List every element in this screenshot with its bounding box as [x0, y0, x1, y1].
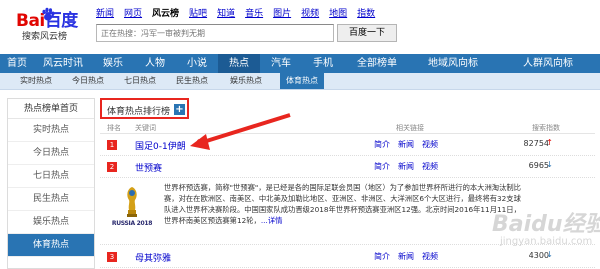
subnav-item[interactable]: 今日热点	[72, 73, 104, 89]
top-nav: 新闻 网页 风云榜 贴吧 知道 音乐 图片 视频 地图 指数	[96, 6, 375, 19]
keyword-link[interactable]: 母其弥雅	[135, 251, 171, 264]
sub-nav: 实时热点 今日热点 七日热点 民生热点 娱乐热点 体育热点	[0, 73, 600, 90]
world-cup-poster[interactable]: RUSSIA 2018	[109, 184, 155, 239]
intro-link[interactable]: 简介	[374, 139, 390, 150]
ranking-box-title: 体育热点排行榜 +	[100, 98, 189, 119]
topnav-link[interactable]: 知道	[217, 6, 235, 19]
topnav-link[interactable]: 图片	[273, 6, 291, 19]
rank-badge: 2	[107, 162, 117, 172]
related-links: 简介 新闻 视频	[374, 139, 438, 150]
keyword-link[interactable]: 世预赛	[135, 161, 162, 174]
related-links: 简介 新闻 视频	[374, 251, 438, 262]
header: Bai百度 搜索风云榜 新闻网页风云榜贴吧知道音乐图片视频地图指数 百度一下	[0, 0, 600, 54]
topnav-link[interactable]: 视频	[301, 6, 319, 19]
rank-badge: 3	[107, 252, 117, 262]
mainnav-item[interactable]: 人群风向标	[496, 54, 600, 73]
news-link[interactable]: 新闻	[398, 251, 414, 262]
topnav-link[interactable]: 风云榜	[152, 6, 179, 19]
expand-plus-icon[interactable]: +	[174, 104, 185, 115]
topnav-link[interactable]: 地图	[329, 6, 347, 19]
header-keyword: 关键词	[135, 124, 156, 132]
video-link[interactable]: 视频	[422, 161, 438, 172]
mainnav-item[interactable]: 手机	[302, 54, 344, 73]
intro-link[interactable]: 简介	[374, 161, 390, 172]
sidebar-item[interactable]: 今日热点	[8, 142, 94, 165]
sidebar-item[interactable]: 体育热点	[8, 234, 94, 257]
search-input[interactable]	[97, 25, 333, 41]
new-badge: 新	[197, 139, 204, 147]
header-index: 搜索指数	[532, 124, 560, 132]
sidebar: 热点榜单首页 实时热点 今日热点 七日热点 民生热点 娱乐热点 体育热点	[7, 98, 95, 269]
keyword-link[interactable]: 国足0-1伊朗	[135, 139, 186, 152]
mainnav-item[interactable]: 人物	[134, 54, 176, 73]
subnav-item[interactable]: 七日热点	[124, 73, 156, 89]
ranking-title: 体育热点排行榜	[107, 107, 171, 117]
related-links: 简介 新闻 视频	[374, 161, 438, 172]
video-link[interactable]: 视频	[422, 139, 438, 150]
detail-text: 世界杯预选赛，简称"世预赛"，是已经是各的国际足联会员国（地区）为了参加世界杯所…	[164, 183, 521, 225]
subnav-item[interactable]: 娱乐热点	[230, 73, 262, 89]
trend-up-icon: ↑	[546, 138, 553, 147]
topnav-link[interactable]: 音乐	[245, 6, 263, 19]
search-index: 82754	[523, 139, 549, 148]
table-header: 排名 关键词 相关链接 搜索指数	[100, 122, 595, 134]
trend-down-icon: ↓	[546, 160, 553, 169]
sidebar-item[interactable]: 实时热点	[8, 119, 94, 142]
topnav-link[interactable]: 贴吧	[189, 6, 207, 19]
mainnav-item[interactable]: 汽车	[260, 54, 302, 73]
sidebar-item[interactable]: 民生热点	[8, 188, 94, 211]
world-cup-trophy-icon	[127, 187, 137, 217]
header-rank: 排名	[107, 124, 121, 132]
search-button[interactable]: 百度一下	[337, 24, 397, 42]
sidebar-item[interactable]: 七日热点	[8, 165, 94, 188]
poster-text: RUSSIA 2018	[111, 220, 153, 227]
baidu-jingyan-watermark: Baidu经验 jingyan.baidu.com	[488, 206, 600, 266]
sidebar-item[interactable]: 娱乐热点	[8, 211, 94, 234]
video-link[interactable]: 视频	[422, 251, 438, 262]
topnav-link[interactable]: 指数	[357, 6, 375, 19]
intro-link[interactable]: 简介	[374, 251, 390, 262]
table-row: 2 世预赛 简介 新闻 视频 6965 ↓	[100, 156, 595, 178]
main-nav: 首页 风云时讯 娱乐 人物 小说 热点 汽车 手机 全部榜单 地域风向标 人群风向标	[0, 54, 600, 73]
more-link[interactable]: ...详情	[261, 216, 283, 225]
news-link[interactable]: 新闻	[398, 161, 414, 172]
search-box	[96, 24, 334, 42]
topnav-link[interactable]: 新闻	[96, 6, 114, 19]
mainnav-item[interactable]: 娱乐	[92, 54, 134, 73]
table-row: 1 国足0-1伊朗 新 简介 新闻 视频 82754 ↑	[100, 134, 595, 156]
baidu-logo[interactable]: Bai百度 搜索风云榜	[16, 6, 86, 46]
subnav-item[interactable]: 体育热点	[280, 73, 324, 89]
watermark-title: Baidu经验	[492, 212, 600, 237]
subnav-item[interactable]: 实时热点	[20, 73, 52, 89]
mainnav-item[interactable]: 热点	[218, 54, 260, 73]
news-link[interactable]: 新闻	[398, 139, 414, 150]
topnav-link[interactable]: 网页	[124, 6, 142, 19]
mainnav-item[interactable]: 小说	[176, 54, 218, 73]
logo-subtitle: 搜索风云榜	[22, 32, 68, 42]
paw-icon	[42, 7, 55, 21]
sidebar-title[interactable]: 热点榜单首页	[8, 99, 94, 119]
subnav-item[interactable]: 民生热点	[176, 73, 208, 89]
mainnav-item[interactable]: 全部榜单	[344, 54, 410, 73]
watermark-url: jingyan.baidu.com	[500, 236, 593, 247]
header-related: 相关链接	[396, 124, 424, 132]
rank-badge: 1	[107, 140, 117, 150]
mainnav-item[interactable]: 首页	[0, 54, 34, 73]
mainnav-item[interactable]: 风云时讯	[34, 54, 92, 73]
mainnav-item[interactable]: 地域风向标	[410, 54, 496, 73]
